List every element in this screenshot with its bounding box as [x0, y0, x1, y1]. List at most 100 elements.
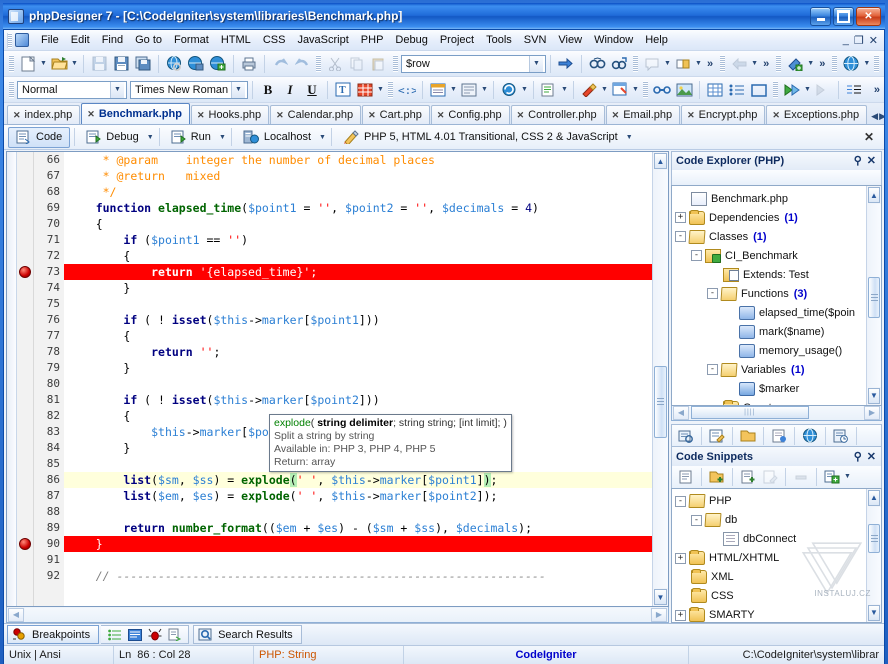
- file-tab-cart-php[interactable]: ✕Cart.php: [362, 105, 430, 124]
- menu-project[interactable]: Project: [434, 32, 480, 48]
- code-snippets-tree[interactable]: -PHP-dbdbConnect+HTML/XHTMLXMLCSS+SMARTY: [672, 489, 866, 622]
- tab-close-icon[interactable]: ✕: [87, 109, 95, 120]
- status-file-path[interactable]: C:\CodeIgniter\system\librar: [689, 646, 884, 664]
- output-icon[interactable]: [126, 626, 143, 643]
- font-family-combo[interactable]: Times New Roman ▼: [130, 81, 248, 99]
- maximize-button[interactable]: [833, 7, 854, 26]
- code-explorer-item[interactable]: Extends: Test: [675, 265, 866, 284]
- refresh-dropdown-icon[interactable]: ▼: [520, 80, 529, 100]
- scroll-down-icon[interactable]: ▼: [868, 388, 880, 404]
- toolbar-gripper[interactable]: [393, 55, 398, 72]
- menu-help[interactable]: Help: [639, 32, 674, 48]
- code-editor[interactable]: 6667686970717273747576777879808182838485…: [6, 151, 669, 607]
- file-tab-benchmark-php[interactable]: ✕Benchmark.php: [81, 103, 190, 124]
- menu-find[interactable]: Find: [96, 32, 129, 48]
- scroll-left-icon[interactable]: ◀: [8, 608, 24, 622]
- code-explorer-item[interactable]: elapsed_time($poin: [675, 303, 866, 322]
- toolbar-gripper[interactable]: [773, 81, 778, 98]
- tab-scroll-right-icon[interactable]: ▶: [879, 111, 884, 122]
- debug-dropdown-icon[interactable]: ▼: [146, 127, 155, 147]
- comment-block-icon[interactable]: [642, 54, 662, 74]
- code-line[interactable]: }: [64, 280, 652, 296]
- link-icon[interactable]: [652, 80, 672, 100]
- ce-hscroll-track[interactable]: ||||: [690, 406, 863, 420]
- code-explorer-tree-box[interactable]: Benchmark.php+Dependencies(1)-Classes(1)…: [671, 185, 882, 406]
- code-text-area[interactable]: * @param integer the number of decimal p…: [64, 152, 652, 606]
- code-explorer-item[interactable]: memory_usage(): [675, 341, 866, 360]
- insert-table-icon[interactable]: [705, 80, 725, 100]
- cut-icon[interactable]: [325, 54, 345, 74]
- scroll-up-icon[interactable]: ▲: [654, 153, 667, 169]
- menu-php[interactable]: PHP: [355, 32, 390, 48]
- code-line[interactable]: if ( ! isset($this->marker[$point2])): [64, 392, 652, 408]
- toolbar-gripper[interactable]: [316, 55, 321, 72]
- cleanup-dropdown-icon[interactable]: ▼: [600, 80, 609, 100]
- form-icon[interactable]: [459, 80, 479, 100]
- menu-edit[interactable]: Edit: [65, 32, 96, 48]
- scroll-right-icon[interactable]: ▶: [864, 406, 880, 420]
- chevron-down-icon[interactable]: ▼: [529, 56, 543, 72]
- paragraph-style-combo[interactable]: Normal ▼: [17, 81, 127, 99]
- ce-vscroll-track[interactable]: [867, 204, 881, 387]
- code-line-current[interactable]: list($sm, $ss) = explode(' ', $this->mar…: [64, 472, 652, 488]
- go-to-icon[interactable]: [556, 54, 576, 74]
- comment-dropdown-icon[interactable]: ▼: [663, 54, 672, 74]
- breakpoint-gutter[interactable]: [17, 152, 34, 606]
- expand-icon[interactable]: +: [675, 212, 686, 223]
- file-tab-email-php[interactable]: ✕Email.php: [606, 105, 680, 124]
- folder-icon[interactable]: [738, 426, 758, 446]
- code-line[interactable]: }: [64, 360, 652, 376]
- tab-close-icon[interactable]: ✕: [368, 110, 376, 121]
- toolbar-gripper[interactable]: [633, 55, 638, 72]
- code-line[interactable]: return '';: [64, 344, 652, 360]
- code-line[interactable]: * @return mixed: [64, 168, 652, 184]
- toolbar-gripper[interactable]: [720, 55, 725, 72]
- underline-button[interactable]: U: [302, 80, 322, 100]
- menu-file[interactable]: File: [35, 32, 65, 48]
- code-line[interactable]: {: [64, 328, 652, 344]
- tab-scroll-arrows[interactable]: ◀ ▶: [868, 111, 884, 124]
- mode-debug-button[interactable]: Debug: [79, 127, 145, 148]
- code-explorer-item[interactable]: -CI_Benchmark: [675, 246, 866, 265]
- menu-tools[interactable]: Tools: [480, 32, 518, 48]
- save-to-web-icon[interactable]: [186, 54, 206, 74]
- cleanup-icon[interactable]: [579, 80, 599, 100]
- file-tab-index-php[interactable]: ✕index.php: [7, 105, 80, 124]
- file-tab-controller-php[interactable]: ✕Controller.php: [511, 105, 605, 124]
- list-icon[interactable]: [727, 80, 747, 100]
- mdi-restore-button[interactable]: ❐: [854, 34, 864, 47]
- history-icon[interactable]: [831, 426, 851, 446]
- step-icon[interactable]: [813, 80, 833, 100]
- menu-go-to[interactable]: Go to: [129, 32, 168, 48]
- scroll-up-icon[interactable]: ▲: [868, 187, 880, 203]
- code-explorer-item[interactable]: -Functions(3): [675, 284, 866, 303]
- indent-block-icon[interactable]: [673, 54, 693, 74]
- breakpoint-marker-icon[interactable]: [19, 266, 31, 278]
- ce-hscroll-thumb[interactable]: ||||: [691, 406, 809, 419]
- code-line[interactable]: list($em, $es) = explode(' ', $this->mar…: [64, 488, 652, 504]
- server-selector-button[interactable]: Localhost: [236, 127, 318, 148]
- file-tab-config-php[interactable]: ✕Config.php: [431, 105, 510, 124]
- vscroll-thumb[interactable]: [654, 366, 667, 437]
- collapse-icon[interactable]: -: [707, 364, 718, 375]
- tab-close-icon[interactable]: ✕: [437, 110, 445, 121]
- status-encoding[interactable]: Unix | Ansi: [4, 646, 114, 664]
- table-icon[interactable]: [355, 80, 375, 100]
- wizard-dropdown-icon[interactable]: ▼: [631, 80, 640, 100]
- tab-close-icon[interactable]: ✕: [276, 110, 284, 121]
- code-line[interactable]: function elapsed_time($point1 = '', $poi…: [64, 200, 652, 216]
- collapse-icon[interactable]: -: [691, 250, 702, 261]
- code-snippet-item[interactable]: dbConnect: [675, 530, 866, 549]
- code-line-breakpoint[interactable]: return '{elapsed_time}';: [64, 264, 652, 280]
- code-snippet-item[interactable]: +HTML/XHTML: [675, 549, 866, 568]
- tab-scroll-left-icon[interactable]: ◀: [871, 111, 878, 122]
- tab-close-icon[interactable]: ✕: [13, 110, 21, 121]
- file-tab-hooks-php[interactable]: ✕Hooks.php: [191, 105, 269, 124]
- code-snippets-close-icon[interactable]: ✕: [867, 450, 876, 463]
- run-mode-dropdown-icon[interactable]: ▼: [218, 127, 227, 147]
- format-overflow-icon[interactable]: »: [870, 84, 884, 96]
- code-explorer-vscrollbar[interactable]: ▲ ▼: [866, 186, 881, 405]
- collapse-icon[interactable]: -: [707, 288, 718, 299]
- copy-icon[interactable]: [347, 54, 367, 74]
- run-script-icon[interactable]: [782, 80, 802, 100]
